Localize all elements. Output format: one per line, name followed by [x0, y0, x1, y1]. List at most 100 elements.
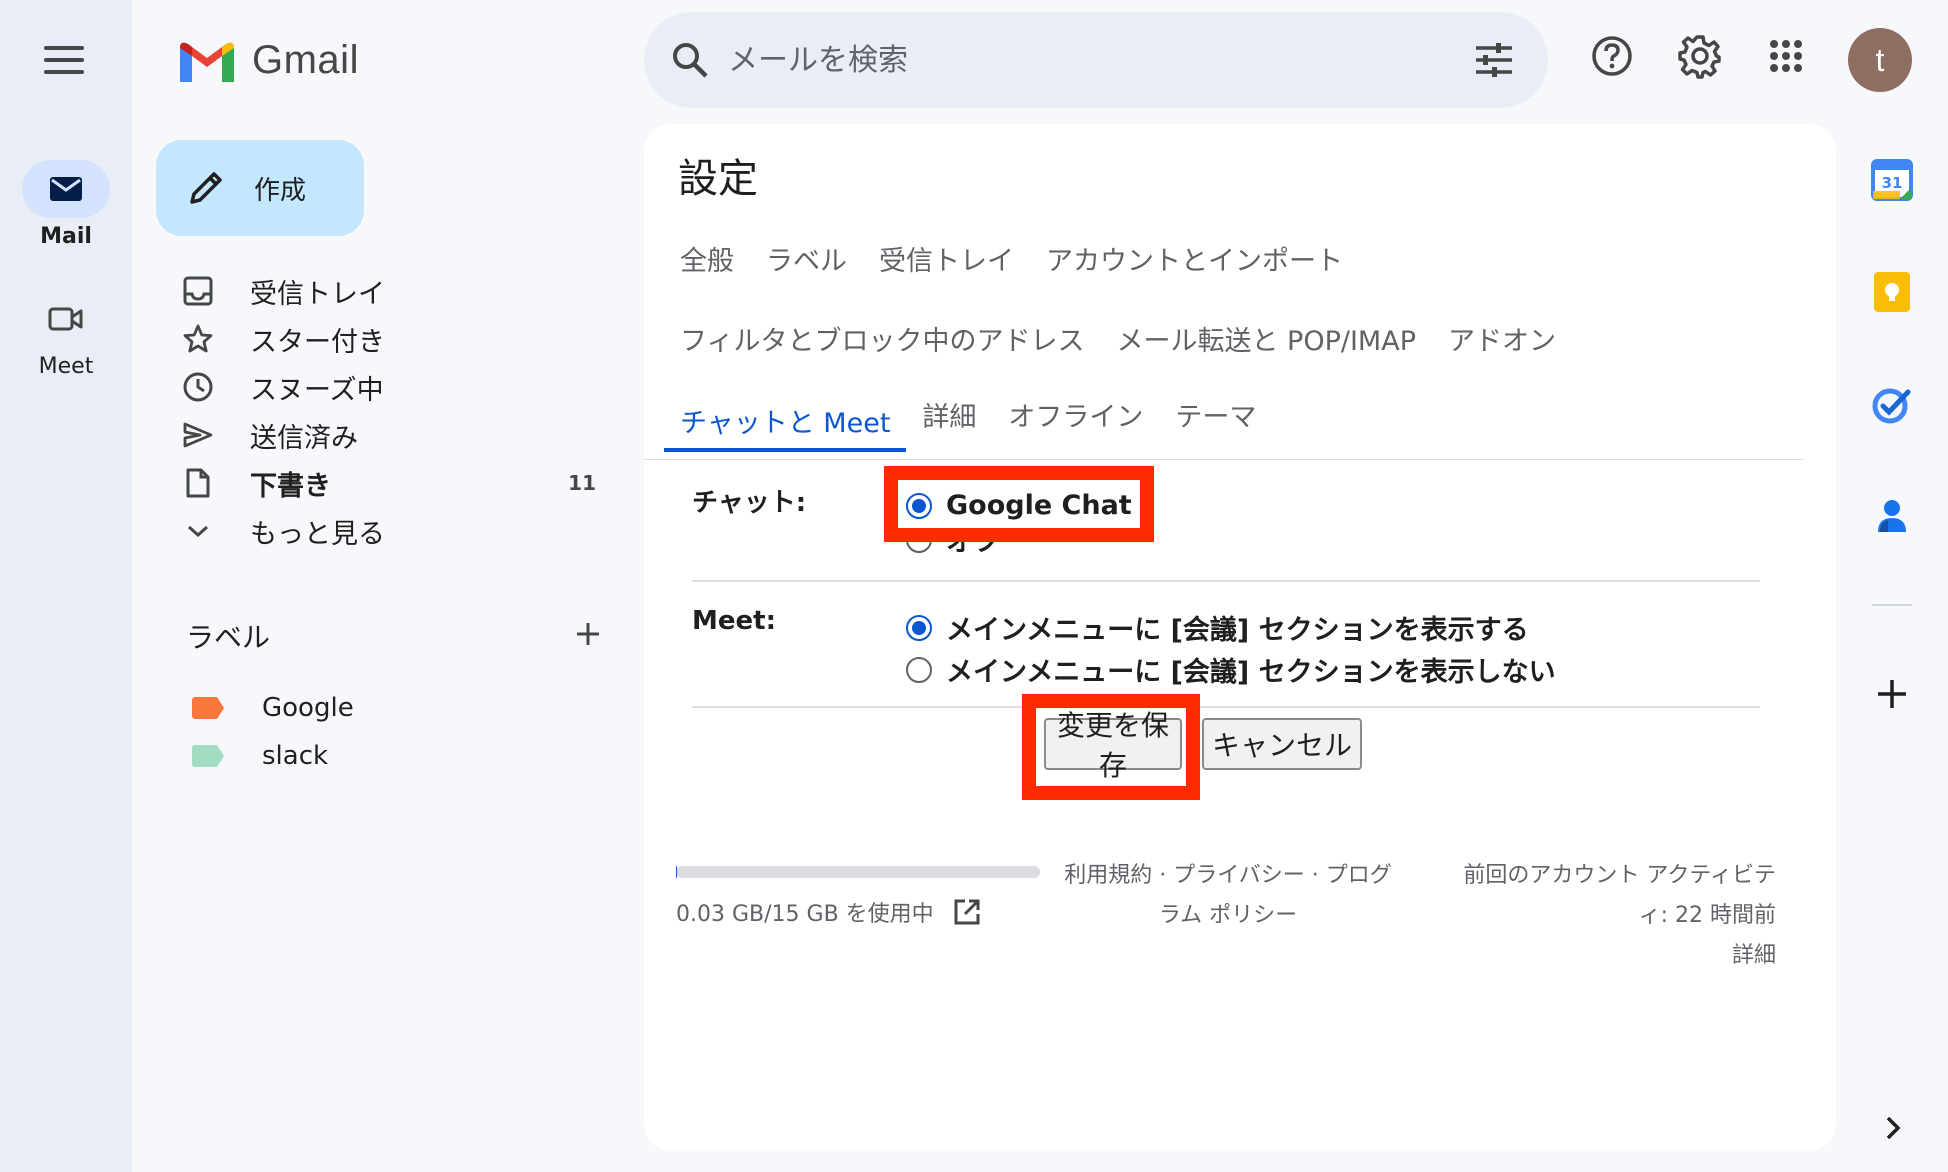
- chevron-down-icon: [180, 513, 216, 549]
- chevron-right-icon[interactable]: [1870, 1106, 1914, 1150]
- tab-labels[interactable]: ラベル: [750, 228, 863, 288]
- settings-tabs-row3: チャットと Meet 詳細 オフライン テーマ: [664, 384, 1272, 452]
- compose-button[interactable]: 作成: [156, 140, 364, 236]
- inbox-icon: [180, 273, 216, 309]
- policy-line-1[interactable]: 利用規約 · プライバシー · プログ: [1048, 856, 1408, 896]
- storage-usage-fill: [676, 866, 677, 878]
- section-divider: [692, 706, 1760, 708]
- label-name: Google: [262, 693, 354, 723]
- search-options-icon[interactable]: [1474, 42, 1514, 78]
- compose-label: 作成: [254, 175, 307, 206]
- rail-item-mail[interactable]: Mail: [0, 160, 132, 249]
- search-input[interactable]: [728, 42, 1474, 78]
- rail-mail-label: Mail: [40, 224, 92, 249]
- nav-item-sent[interactable]: 送信済み: [180, 412, 620, 458]
- rail-meet-label: Meet: [38, 354, 94, 379]
- calendar-icon[interactable]: 31: [1870, 158, 1914, 202]
- nav-item-inbox[interactable]: 受信トレイ: [180, 268, 620, 314]
- svg-text:31: 31: [1882, 174, 1903, 192]
- side-panel-divider: [1872, 604, 1912, 606]
- nav-item-more[interactable]: もっと見る: [180, 508, 620, 554]
- page-title: 設定: [678, 156, 758, 202]
- search-icon[interactable]: [670, 40, 710, 80]
- settings-tabs-row1: 全般 ラベル 受信トレイ アカウントとインポート: [664, 228, 1359, 288]
- draft-icon: [180, 465, 216, 501]
- nav-label: 下書き: [250, 470, 331, 502]
- activity-line-1: 前回のアカウント アクティビテ: [1463, 863, 1776, 888]
- main-menu-icon[interactable]: [44, 46, 84, 74]
- search-bar: [644, 12, 1548, 108]
- chat-setting-label: チャット:: [692, 488, 807, 518]
- label-item-google[interactable]: Google: [192, 686, 354, 730]
- save-changes-button[interactable]: 変更を保存: [1044, 709, 1182, 782]
- rail-item-meet[interactable]: Meet: [0, 290, 132, 379]
- tab-addons[interactable]: アドオン: [1432, 308, 1572, 368]
- label-name: slack: [262, 741, 329, 771]
- nav-label: 受信トレイ: [250, 278, 385, 310]
- tab-filters[interactable]: フィルタとブロック中のアドレス: [664, 308, 1100, 368]
- send-icon: [180, 417, 216, 453]
- tab-chat-meet[interactable]: チャットと Meet: [664, 376, 907, 452]
- tabs-divider: [644, 459, 1804, 460]
- pencil-icon: [190, 172, 222, 204]
- storage-usage-text: 0.03 GB/15 GB を使用中: [676, 902, 934, 927]
- cancel-button[interactable]: キャンセル: [1202, 718, 1362, 770]
- account-avatar[interactable]: t: [1848, 28, 1912, 92]
- chat-option-google-chat[interactable]: Google Chat: [906, 490, 1132, 521]
- help-icon[interactable]: [1584, 28, 1640, 84]
- external-link-icon[interactable]: [952, 897, 982, 927]
- nav-label: 送信済み: [250, 422, 358, 454]
- tasks-icon[interactable]: [1870, 382, 1914, 426]
- gmail-m-icon: [180, 42, 234, 82]
- keep-icon[interactable]: [1870, 270, 1914, 314]
- nav-label: もっと見る: [250, 518, 385, 550]
- nav-label: スヌーズ中: [250, 374, 384, 406]
- video-camera-icon: [22, 290, 110, 348]
- label-item-slack[interactable]: slack: [192, 734, 328, 778]
- add-app-icon[interactable]: [1870, 672, 1914, 716]
- google-chat-label: Google Chat: [946, 490, 1132, 521]
- mail-icon: [22, 160, 110, 218]
- meet-option-show[interactable]: メインメニューに [会議] セクションを表示する: [906, 608, 1529, 647]
- contacts-icon[interactable]: [1870, 494, 1914, 538]
- storage-usage-bar: [676, 866, 1040, 878]
- settings-panel: 設定 全般 ラベル 受信トレイ アカウントとインポート フィルタとブロック中のア…: [644, 124, 1836, 1150]
- nav-item-snoozed[interactable]: スヌーズ中: [180, 364, 620, 410]
- last-activity: 前回のアカウント アクティビテ ィ: 22 時間前 詳細: [1414, 856, 1776, 976]
- radio-meet-show[interactable]: [906, 614, 932, 641]
- tab-offline[interactable]: オフライン: [992, 384, 1159, 444]
- settings-gear-icon[interactable]: [1672, 28, 1728, 84]
- meet-setting-label: Meet:: [692, 606, 776, 636]
- star-icon: [180, 321, 216, 357]
- tab-inbox[interactable]: 受信トレイ: [863, 228, 1030, 288]
- tab-forwarding[interactable]: メール転送と POP/IMAP: [1100, 308, 1432, 368]
- radio-google-chat[interactable]: [906, 492, 932, 519]
- label-tag-icon: [192, 697, 224, 719]
- nav-item-starred[interactable]: スター付き: [180, 316, 620, 362]
- policy-links[interactable]: 利用規約 · プライバシー · プログ ラム ポリシー: [1048, 856, 1408, 936]
- nav-item-drafts[interactable]: 下書き 11: [180, 460, 620, 506]
- tab-themes[interactable]: テーマ: [1159, 384, 1272, 444]
- labels-title: ラベル: [186, 621, 271, 654]
- draft-count: 11: [568, 471, 596, 495]
- tab-advanced[interactable]: 詳細: [906, 384, 992, 444]
- apps-grid-icon[interactable]: [1758, 28, 1814, 84]
- storage-usage: 0.03 GB/15 GB を使用中: [676, 896, 982, 928]
- gmail-logo[interactable]: Gmail: [176, 36, 359, 84]
- meet-hide-label: メインメニューに [会議] セクションを表示しない: [946, 657, 1556, 688]
- activity-details-link[interactable]: 詳細: [1414, 936, 1776, 976]
- app-name: Gmail: [252, 37, 359, 82]
- clock-icon: [180, 369, 216, 405]
- settings-tabs-row2: フィルタとブロック中のアドレス メール転送と POP/IMAP アドオン: [664, 308, 1572, 368]
- tab-general[interactable]: 全般: [664, 228, 750, 288]
- labels-header: ラベル: [186, 614, 602, 658]
- tab-accounts[interactable]: アカウントとインポート: [1030, 228, 1359, 288]
- policy-line-2[interactable]: ラム ポリシー: [1048, 896, 1408, 936]
- nav-label: スター付き: [250, 326, 385, 358]
- meet-option-hide[interactable]: メインメニューに [会議] セクションを表示しない: [906, 650, 1556, 689]
- add-label-icon[interactable]: [574, 620, 602, 652]
- label-tag-icon: [192, 745, 224, 767]
- activity-line-2: ィ: 22 時間前: [1638, 903, 1776, 928]
- section-divider: [692, 580, 1760, 582]
- radio-meet-hide[interactable]: [906, 656, 932, 683]
